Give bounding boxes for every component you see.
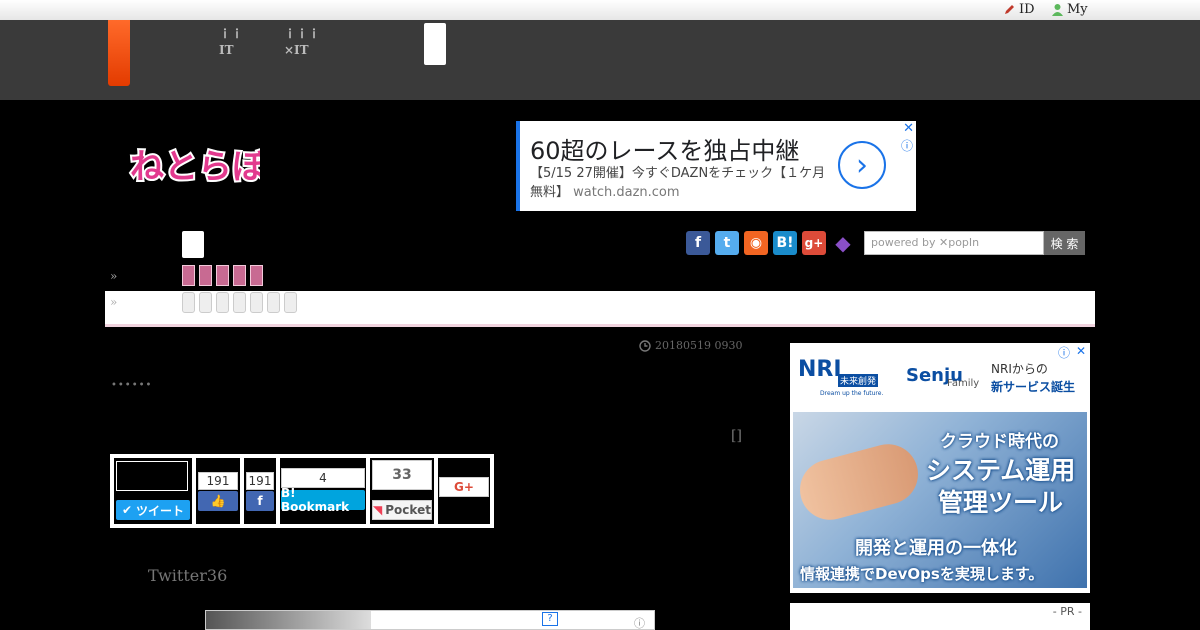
nlab-logo[interactable]: ねとらぼ — [128, 136, 260, 192]
pr-label: - PR - — [1052, 605, 1082, 618]
nav-category-2[interactable] — [199, 265, 212, 286]
side-ad-line-5: 情報連携でDevOpsを実現します。 — [800, 565, 1044, 583]
inline-ad-image — [206, 611, 371, 629]
hatena-bookmark-button[interactable]: B! Bookmark — [281, 486, 365, 514]
header-nav-item-2[interactable]: ｉｉｉ ×IT — [284, 26, 320, 58]
ad-url[interactable]: watch.dazn.com — [573, 185, 679, 200]
subnav-item-3[interactable] — [216, 292, 229, 313]
logo-text: ねとらぼ — [130, 147, 260, 187]
facebook-icon[interactable]: f — [686, 231, 710, 255]
side-ad-line-1: クラウド時代の — [940, 432, 1059, 452]
share-buttons: ✔ ツイート 191 👍 191 f 4 B! Bookmark 33 ◥ Po… — [110, 454, 494, 528]
nav-chevron-1: » — [110, 269, 118, 283]
facebook-f-icon: f — [257, 494, 263, 508]
subnav-item-4[interactable] — [233, 292, 246, 313]
nekomimi-icon[interactable]: ◆ — [831, 231, 855, 255]
site-search-button[interactable]: 検 索 — [1044, 231, 1085, 255]
subnav-item-1[interactable] — [182, 292, 195, 313]
twitter-icon[interactable]: t — [715, 231, 739, 255]
tweet-cell: ✔ ツイート — [114, 458, 192, 524]
subnav-item-2[interactable] — [199, 292, 212, 313]
fb-share-count: 191 — [246, 472, 274, 490]
fb-share-cell: 191 f — [244, 458, 276, 524]
promo-line-2: 新サービス誕生 — [991, 380, 1076, 394]
ad-close-icon[interactable]: ✕ — [903, 121, 914, 136]
ad-accent-bar — [516, 121, 520, 211]
article-twitter-text: Twitter36 — [148, 566, 228, 585]
my-link[interactable]: My — [1051, 1, 1088, 18]
nri-tagline: Dream up the future. — [820, 390, 884, 397]
subnav-item-5[interactable] — [250, 292, 263, 313]
nav-category-4[interactable] — [233, 265, 246, 286]
nri-sub: 未来創発 — [838, 374, 879, 387]
user-icon — [1052, 4, 1063, 16]
pocket-button[interactable]: ◥ Pocket — [372, 500, 432, 520]
pocket-cell: 33 ◥ Pocket — [370, 458, 434, 524]
pr-box: - PR - — [790, 603, 1090, 630]
nri-logo: NRI — [798, 357, 842, 382]
side-ad-close-icon[interactable]: ✕ — [1076, 344, 1086, 358]
nav-category-3[interactable] — [216, 265, 229, 286]
subnav-item-7[interactable] — [284, 292, 297, 313]
site-header — [0, 20, 1200, 100]
googleplus-icon[interactable]: g+ — [802, 231, 826, 255]
inline-ad-help-icon[interactable]: ? — [542, 612, 558, 626]
ad-body: 【5/15 27開催】今すぐDAZNをチェック【１ケ月無料】 watch.daz… — [530, 164, 830, 202]
my-link-label: My — [1067, 2, 1088, 17]
header-nav-item-1-line2: IT — [219, 43, 234, 57]
tweet-button-label: ツイート — [136, 503, 185, 518]
fb-like-cell: 191 👍 — [196, 458, 240, 524]
side-ad-line-3: 管理ツール — [938, 488, 1064, 517]
fb-like-count: 191 — [198, 472, 238, 490]
article-page-mark: [] — [731, 428, 742, 444]
rss-icon[interactable]: ◉ — [744, 231, 768, 255]
pocket-icon: ◥ — [373, 503, 383, 517]
pocket-count: 33 — [372, 460, 432, 490]
nav-category-1[interactable] — [182, 265, 195, 286]
hatena-count: 4 — [281, 468, 365, 488]
thumbs-up-icon: 👍 — [210, 494, 226, 508]
ad-arrow-icon[interactable]: › — [838, 141, 886, 189]
article-date-text: 20180519 0930 — [655, 339, 743, 352]
twitter-bird-icon: ✔ — [121, 503, 133, 517]
nav-home-box[interactable] — [182, 231, 204, 258]
top-banner-ad[interactable]: 60超のレースを独占中継 【5/15 27開催】今すぐDAZNをチェック【１ケ月… — [516, 121, 916, 211]
handshake-image — [793, 437, 925, 527]
header-nav-item-1-line1: ｉｉ — [219, 27, 244, 41]
header-nav-item-2-line2: ×IT — [284, 43, 309, 57]
senju-sub: Family — [947, 378, 980, 389]
ad-info-icon[interactable]: ⓘ — [901, 137, 913, 154]
article-date: 20180519 0930 — [639, 339, 742, 352]
nav-chevron-2: » — [110, 295, 118, 309]
side-ad-info-icon[interactable]: ⓘ — [1058, 344, 1070, 361]
tweet-count-box — [116, 461, 188, 491]
tweet-button[interactable]: ✔ ツイート — [116, 500, 190, 520]
id-link-label: ID — [1019, 2, 1035, 17]
sidebar-ad[interactable]: NRI 未来創発 Dream up the future. Senju Fami… — [790, 343, 1090, 593]
promo-line-1: NRIからの — [991, 362, 1048, 376]
site-search-input[interactable]: powered by ✕popIn — [864, 231, 1044, 255]
fb-share-button[interactable]: f — [246, 491, 274, 511]
id-link[interactable]: ID — [1003, 1, 1035, 18]
nav-category-5[interactable] — [250, 265, 263, 286]
hatena-cell: 4 B! Bookmark — [280, 458, 366, 524]
ad-headline[interactable]: 60超のレースを独占中継 — [530, 131, 799, 166]
header-nav-item-2-line1: ｉｉｉ — [284, 27, 321, 41]
side-ad-line-4: 開発と運用の一体化 — [855, 538, 1017, 559]
pencil-icon — [1005, 5, 1014, 14]
inline-ad-info-icon[interactable]: ⓘ — [634, 615, 645, 629]
gplus-cell: G+ — [438, 458, 490, 524]
gplus-button[interactable]: G+ — [439, 477, 489, 497]
clock-icon — [639, 339, 651, 352]
header-search-box[interactable] — [424, 23, 446, 65]
inline-ad[interactable]: ? ⓘ — [205, 610, 655, 630]
subnav-item-6[interactable] — [267, 292, 280, 313]
hatena-icon[interactable]: B! — [773, 231, 797, 255]
article-breadcrumb-dots: •••••• — [111, 380, 153, 391]
pocket-button-label: Pocket — [385, 503, 431, 517]
header-nav-item-1[interactable]: ｉｉ IT — [219, 26, 243, 58]
brand-strip[interactable] — [108, 20, 130, 86]
side-ad-line-2: システム運用 — [926, 456, 1076, 485]
fb-like-button[interactable]: 👍 — [198, 491, 238, 511]
